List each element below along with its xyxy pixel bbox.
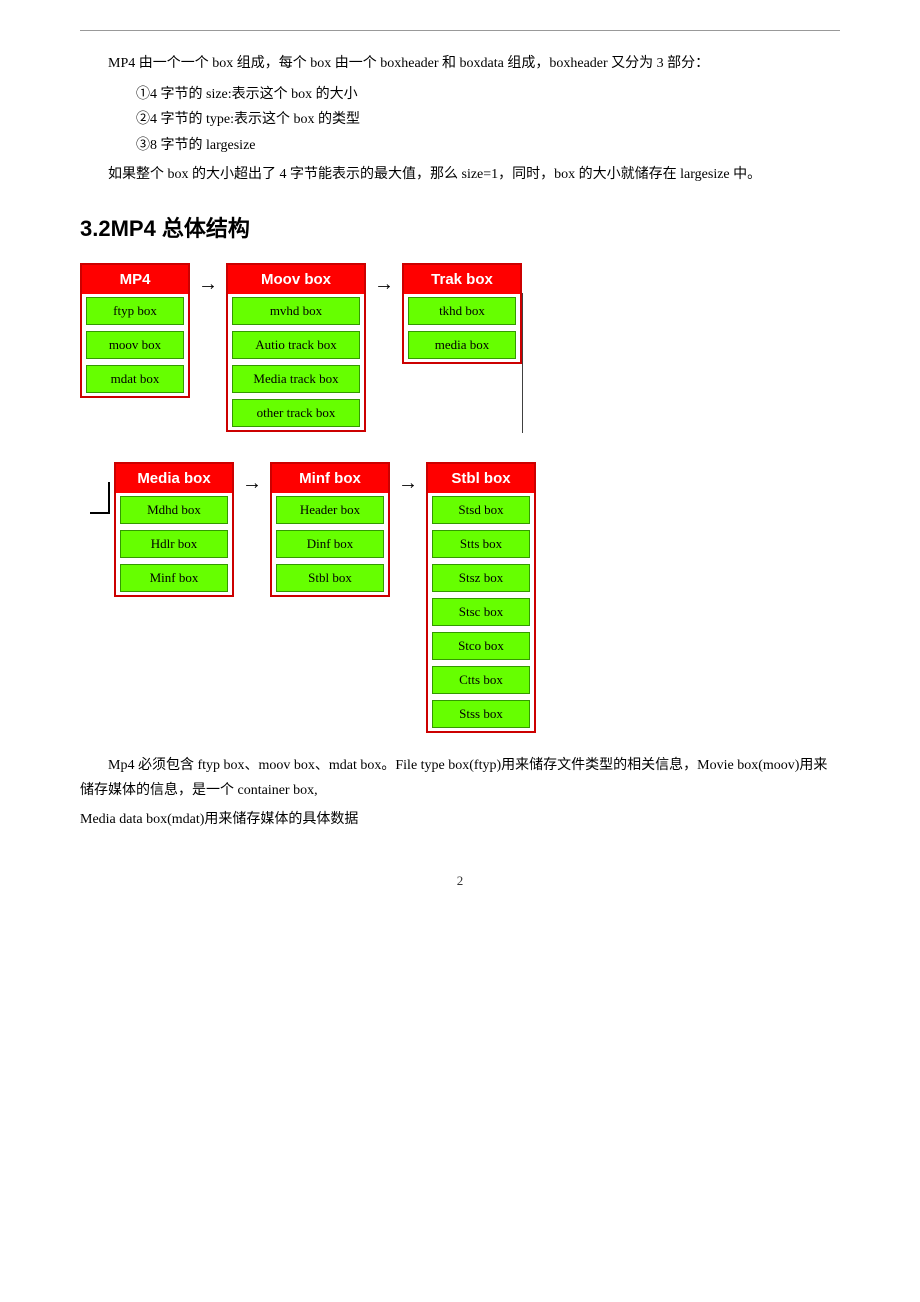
stbl-item-stsd: Stsd box — [432, 496, 530, 524]
moov-item-media-track: Media track box — [232, 365, 360, 393]
intro-list-item-3: ③8 字节的 largesize — [136, 133, 840, 158]
intro-note: 如果整个 box 的大小超出了 4 字节能表示的最大值，那么 size=1，同时… — [80, 162, 840, 187]
intro-line1: MP4 由一个一个 box 组成，每个 box 由一个 boxheader 和 … — [80, 51, 840, 76]
bottom-text: Mp4 必须包含 ftyp box、moov box、mdat box。File… — [80, 753, 840, 833]
media-box-group: Media box Mdhd box Hdlr box Minf box — [114, 462, 234, 597]
minf-item-stbl: Stbl box — [276, 564, 384, 592]
arrow-media-minf: → — [234, 472, 270, 495]
intro-list-item-2: ②4 字节的 type:表示这个 box 的类型 — [136, 107, 840, 132]
stbl-item-stts: Stts box — [432, 530, 530, 558]
diagram: MP4 ftyp box moov box mdat box → Moov bo… — [80, 263, 840, 733]
stbl-item-stss: Stss box — [432, 700, 530, 728]
stbl-header: Stbl box — [428, 464, 534, 493]
trak-item-media: media box — [408, 331, 516, 359]
mp4-item-moov: moov box — [86, 331, 184, 359]
arrow-moov-trak: → — [366, 273, 402, 296]
mp4-header: MP4 — [82, 265, 188, 294]
section-title: 3.2MP4 总体结构 — [80, 211, 840, 243]
stbl-item-ctts: Ctts box — [432, 666, 530, 694]
trak-box-group: Trak box tkhd box media box — [402, 263, 522, 364]
arrow-mp4-moov: → — [190, 273, 226, 296]
minf-box-group: Minf box Header box Dinf box Stbl box — [270, 462, 390, 597]
trak-item-tkhd: tkhd box — [408, 297, 516, 325]
trak-header: Trak box — [404, 265, 520, 294]
media-item-hdlr: Hdlr box — [120, 530, 228, 558]
stbl-item-stsc: Stsc box — [432, 598, 530, 626]
stbl-box-group: Stbl box Stsd box Stts box Stsz box Stsc… — [426, 462, 536, 733]
trak-to-media-connector — [522, 293, 582, 473]
intro-list: ①4 字节的 size:表示这个 box 的大小 ②4 字节的 type:表示这… — [80, 82, 840, 158]
media-item-minf: Minf box — [120, 564, 228, 592]
top-divider — [80, 30, 840, 31]
moov-box-group: Moov box mvhd box Autio track box Media … — [226, 263, 366, 432]
media-header: Media box — [116, 464, 232, 493]
minf-header: Minf box — [272, 464, 388, 493]
page-number: 2 — [80, 873, 840, 889]
moov-item-autio: Autio track box — [232, 331, 360, 359]
intro-list-item-1: ①4 字节的 size:表示这个 box 的大小 — [136, 82, 840, 107]
moov-item-other: other track box — [232, 399, 360, 427]
page: MP4 由一个一个 box 组成，每个 box 由一个 boxheader 和 … — [0, 0, 920, 1302]
bottom-para1: Mp4 必须包含 ftyp box、moov box、mdat box。File… — [80, 753, 840, 803]
media-item-mdhd: Mdhd box — [120, 496, 228, 524]
stbl-item-stco: Stco box — [432, 632, 530, 660]
mp4-item-ftyp: ftyp box — [86, 297, 184, 325]
moov-header: Moov box — [228, 265, 364, 294]
moov-item-mvhd: mvhd box — [232, 297, 360, 325]
minf-item-dinf: Dinf box — [276, 530, 384, 558]
mp4-box-group: MP4 ftyp box moov box mdat box — [80, 263, 190, 398]
minf-item-header: Header box — [276, 496, 384, 524]
stbl-item-stsz: Stsz box — [432, 564, 530, 592]
mp4-item-mdat: mdat box — [86, 365, 184, 393]
bottom-para2: Media data box(mdat)用来储存媒体的具体数据 — [80, 807, 840, 832]
arrow-minf-stbl: → — [390, 472, 426, 495]
